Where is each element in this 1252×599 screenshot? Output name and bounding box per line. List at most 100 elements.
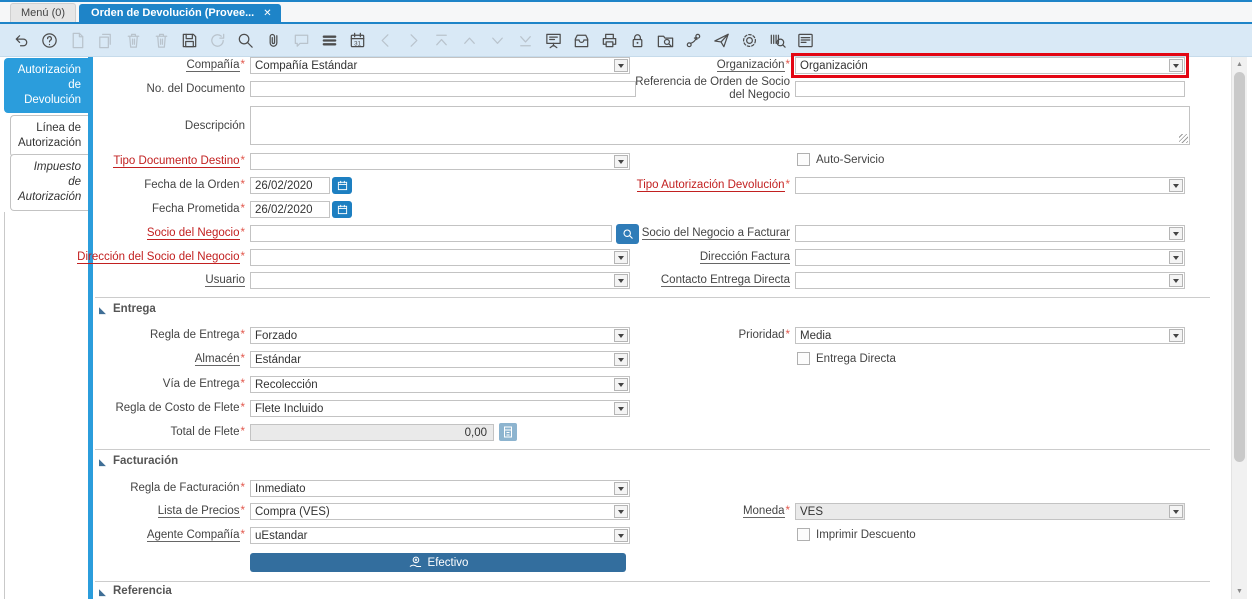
report-window-icon[interactable] [796, 31, 815, 50]
undo-icon[interactable] [12, 31, 31, 50]
chevron-down-icon[interactable] [614, 378, 628, 391]
socio-negocio-label[interactable]: Socio del Negocio* [45, 227, 245, 240]
vertical-scrollbar[interactable]: ▲ ▼ [1231, 57, 1247, 599]
socio-negocio-facturar-select[interactable] [795, 225, 1185, 242]
via-entrega-select[interactable]: Recolección [250, 376, 630, 393]
tab-menu[interactable]: Menú (0) [10, 3, 77, 22]
print-icon[interactable] [600, 31, 619, 50]
compania-select[interactable]: Compañía Estándar [250, 57, 630, 74]
socio-negocio-input[interactable] [250, 225, 612, 242]
agente-compania-select[interactable]: uEstandar [250, 527, 630, 544]
moneda-label[interactable]: Moneda* [610, 505, 790, 518]
product-info-icon[interactable] [768, 31, 787, 50]
organizacion-label[interactable]: Organización* [610, 59, 790, 72]
entrega-directa-checkbox[interactable] [797, 352, 810, 365]
regla-facturacion-select[interactable]: Inmediato [250, 480, 630, 497]
referencia-orden-label: Referencia de Orden de Socio del Negocio [635, 76, 790, 101]
chevron-down-icon[interactable] [614, 482, 628, 495]
prioridad-select[interactable]: Media [795, 327, 1185, 344]
tipo-documento-destino-select[interactable] [250, 153, 630, 170]
organizacion-select[interactable]: Organización [795, 57, 1185, 74]
chevron-down-icon[interactable] [614, 402, 628, 415]
chevron-down-icon[interactable] [1169, 179, 1183, 192]
form-panel: Autorización de Devolución Línea de Auto… [0, 53, 1252, 599]
usuario-select[interactable] [250, 272, 630, 289]
regla-entrega-select[interactable]: Forzado [250, 327, 630, 344]
attachment-icon[interactable] [264, 31, 283, 50]
total-flete-input: 0,00 [250, 424, 494, 441]
calendar-picker-icon[interactable] [332, 177, 352, 194]
chevron-down-icon[interactable] [1169, 251, 1183, 264]
save-icon[interactable] [180, 31, 199, 50]
no-documento-input[interactable] [250, 81, 636, 97]
section-referencia-title: Referencia [113, 585, 172, 597]
fecha-orden-input[interactable] [250, 177, 330, 194]
first-record-icon [432, 31, 451, 50]
help-icon[interactable] [40, 31, 59, 50]
scrollbar-thumb[interactable] [1234, 72, 1245, 462]
lista-precios-label[interactable]: Lista de Precios* [45, 505, 245, 518]
direccion-factura-label[interactable]: Dirección Factura [610, 251, 790, 264]
parent-record-icon [376, 31, 395, 50]
regla-costo-flete-label: Regla de Costo de Flete* [115, 402, 245, 414]
preferences-icon[interactable] [740, 31, 759, 50]
direccion-socio-label[interactable]: Dirección del Socio del Negocio* [45, 251, 245, 264]
almacen-select[interactable]: Estándar [250, 351, 630, 368]
agente-compania-label[interactable]: Agente Compañía* [45, 529, 245, 542]
contacto-entrega-label[interactable]: Contacto Entrega Directa [610, 274, 790, 287]
archive-icon[interactable] [572, 31, 591, 50]
chevron-down-icon[interactable] [1169, 59, 1183, 72]
report-icon[interactable] [544, 31, 563, 50]
chevron-down-icon[interactable] [1169, 227, 1183, 240]
collapse-triangle-icon[interactable]: ◣ [99, 458, 106, 467]
history-icon[interactable]: 31 [348, 31, 367, 50]
tipo-autorizacion-devolucion-label[interactable]: Tipo Autorización Devolución* [610, 179, 790, 192]
compania-label[interactable]: Compañía* [45, 59, 245, 72]
section-divider [95, 297, 1210, 298]
chevron-down-icon[interactable] [1169, 329, 1183, 342]
zoom-across-icon[interactable] [656, 31, 675, 50]
efectivo-button[interactable]: Efectivo [250, 553, 626, 572]
window-tabstrip: Menú (0) Orden de Devolución (Provee... … [0, 0, 1252, 24]
collapse-triangle-icon[interactable]: ◣ [99, 588, 106, 597]
tab-orden-devolucion[interactable]: Orden de Devolución (Provee... ✕ [79, 4, 281, 22]
socio-negocio-facturar-label[interactable]: Socio del Negocio a Facturar [610, 227, 790, 240]
fecha-prometida-input[interactable] [250, 201, 330, 218]
workflow-icon[interactable] [684, 31, 703, 50]
almacen-label[interactable]: Almacén* [45, 353, 245, 366]
regla-facturacion-label: Regla de Facturación* [130, 482, 245, 494]
direccion-factura-select[interactable] [795, 249, 1185, 266]
collapse-triangle-icon[interactable]: ◣ [99, 306, 106, 315]
chevron-down-icon[interactable] [614, 353, 628, 366]
lock-icon[interactable] [628, 31, 647, 50]
tipo-documento-destino-label[interactable]: Tipo Documento Destino* [45, 155, 245, 168]
scroll-down-icon[interactable]: ▼ [1232, 588, 1247, 595]
descripcion-textarea[interactable] [250, 106, 1190, 145]
section-entrega-title: Entrega [113, 303, 156, 315]
imprimir-descuento-checkbox[interactable] [797, 528, 810, 541]
chevron-down-icon[interactable] [614, 155, 628, 168]
chevron-down-icon[interactable] [1169, 274, 1183, 287]
chevron-down-icon[interactable] [614, 529, 628, 542]
usuario-label[interactable]: Usuario [45, 274, 245, 287]
entrega-directa-label: Entrega Directa [816, 353, 896, 365]
requery-icon [208, 31, 227, 50]
send-mail-icon[interactable] [712, 31, 731, 50]
close-tab-icon[interactable]: ✕ [263, 8, 271, 19]
scroll-up-icon[interactable]: ▲ [1232, 61, 1247, 68]
calendar-picker-icon[interactable] [332, 201, 352, 218]
toolbar: 31 [0, 24, 1252, 57]
toggle-grid-icon[interactable] [320, 31, 339, 50]
direccion-socio-select[interactable] [250, 249, 630, 266]
regla-costo-flete-select[interactable]: Flete Incluido [250, 400, 630, 417]
lista-precios-select[interactable]: Compra (VES) [250, 503, 630, 520]
auto-servicio-checkbox[interactable] [797, 153, 810, 166]
find-icon[interactable] [236, 31, 255, 50]
via-entrega-label: Vía de Entrega* [162, 378, 245, 390]
descripcion-label: Descripción [184, 120, 245, 132]
contacto-entrega-select[interactable] [795, 272, 1185, 289]
referencia-orden-input[interactable] [795, 81, 1185, 97]
calculator-icon[interactable] [499, 423, 517, 441]
moneda-select: VES [795, 503, 1185, 520]
tipo-autorizacion-devolucion-select[interactable] [795, 177, 1185, 194]
